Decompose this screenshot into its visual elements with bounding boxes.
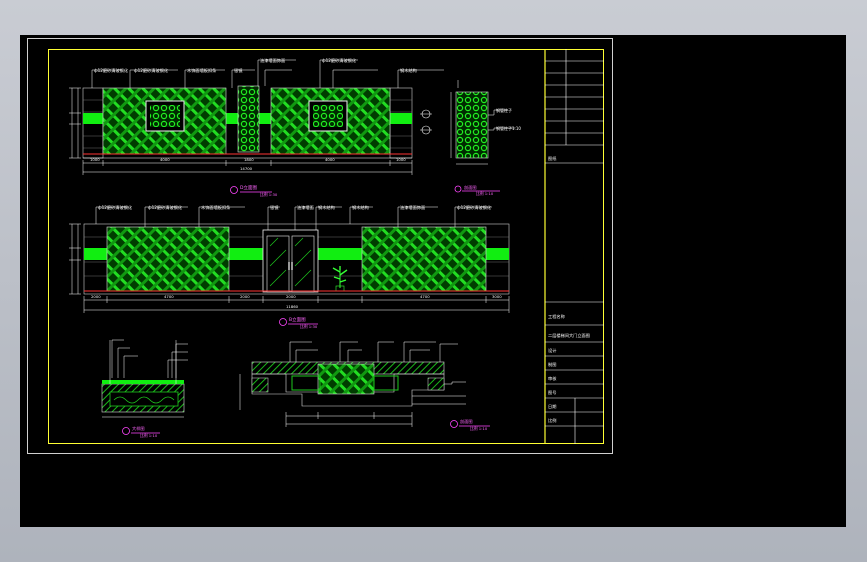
detail-a-title: 剖面图 <box>464 184 477 191</box>
elev-b-dim-5: 4700 <box>420 294 430 299</box>
elev-b-note-2: ф12磨砂清玻钢化 <box>148 204 183 211</box>
section-b-scale: 比例 1:10 <box>470 426 488 431</box>
elev-b-note-8: 油漆墙面饰面 <box>400 204 425 211</box>
elev-b-dim-6: 3000 <box>492 294 502 299</box>
elev-a-note-1: ф12磨砂清玻钢化 <box>94 67 129 74</box>
elev-b-dim-total: 11860 <box>286 304 299 309</box>
detail-a-note-1: 钢管柱子 <box>496 107 512 113</box>
elev-a-scale: 比例 1:30 <box>260 192 278 197</box>
elev-a-title: D立面图 <box>240 184 257 191</box>
elev-b-note-6: 钢木结构 <box>318 204 335 211</box>
detail-a-note-2: 钢管柱子1:10 <box>496 125 521 131</box>
elev-a-note-2: ф12磨砂清玻钢化 <box>134 67 169 74</box>
cad-drawing: 图纸 工程名称 二层楼梯间大门立面图 设计 制图 审核 图号 日期 比例 ф12… <box>69 49 604 444</box>
elev-b-dim-4: 2000 <box>286 294 296 299</box>
elev-b-note-9: ф12磨砂清玻钢化 <box>457 204 492 211</box>
section-a-title: 大样图 <box>132 425 145 432</box>
elev-b-scale: 比例 1:30 <box>300 324 318 329</box>
elev-a-dim-1: 1000 <box>90 157 100 162</box>
elevation-b: ф12磨砂清玻钢化 ф12磨砂清玻钢化 木饰面墙板扣条 银镜 油漆墙面 钢木结构… <box>69 204 510 329</box>
elev-b-dim-2: 4700 <box>164 294 174 299</box>
title-row-6: 图号 <box>548 390 556 396</box>
elev-a-note-3: 木饰面墙板扣条 <box>187 67 217 74</box>
elevation-a: ф12磨砂清玻钢化 ф12磨砂清玻钢化 木饰面墙板扣条 银镜 油漆墙面饰面 ф1… <box>69 57 444 197</box>
elev-a-dim-5: 1000 <box>396 157 406 162</box>
title-row-8: 比例 <box>548 417 556 424</box>
elev-b-dim-3: 2000 <box>240 294 250 299</box>
elev-a-dim-total: 14700 <box>240 166 253 171</box>
title-block: 图纸 工程名称 二层楼梯间大门立面图 设计 制图 审核 图号 日期 比例 <box>544 49 604 444</box>
elev-a-note-6: ф12磨砂清玻钢化 <box>322 57 357 64</box>
section-a: 大样图 比例 1:10 <box>101 339 188 438</box>
elev-a-note-7: 钢木结构 <box>400 67 417 74</box>
elev-a-note-5: 油漆墙面饰面 <box>260 57 285 64</box>
detail-a-scale: 比例 1:10 <box>476 191 494 196</box>
elev-b-title: B立面图 <box>289 316 306 323</box>
elev-a-dim-4: 4000 <box>325 157 335 162</box>
svg-text:图纸: 图纸 <box>548 155 557 162</box>
elev-a-dim-3: 1800 <box>244 157 254 162</box>
elev-b-dim-1: 2000 <box>91 294 101 299</box>
title-row-3: 设计 <box>548 347 556 354</box>
elev-b-note-4: 银镜 <box>270 204 279 211</box>
title-row-2: 二层楼梯间大门立面图 <box>548 332 590 339</box>
title-row-1: 工程名称 <box>548 313 565 320</box>
elev-b-note-1: ф12磨砂清玻钢化 <box>98 204 133 211</box>
elev-b-note-3: 木饰面墙板扣条 <box>201 204 231 211</box>
section-b: 剖面图 比例 1:10 <box>239 341 490 431</box>
plant-icon <box>332 266 348 292</box>
elev-a-note-4: 银镜 <box>234 67 243 74</box>
section-b-title: 剖面图 <box>460 418 473 425</box>
elev-b-note-7: 钢木结构 <box>352 204 369 211</box>
elev-b-note-5: 油漆墙面 <box>297 204 314 211</box>
title-row-4: 制图 <box>548 361 556 368</box>
section-a-scale: 比例 1:10 <box>140 433 158 438</box>
title-row-5: 审核 <box>548 375 557 382</box>
title-row-7: 日期 <box>548 404 556 410</box>
elev-a-dim-2: 4000 <box>160 157 170 162</box>
detail-a: 钢管柱子 钢管柱子1:10 剖面图 比例 1:10 <box>450 80 521 196</box>
